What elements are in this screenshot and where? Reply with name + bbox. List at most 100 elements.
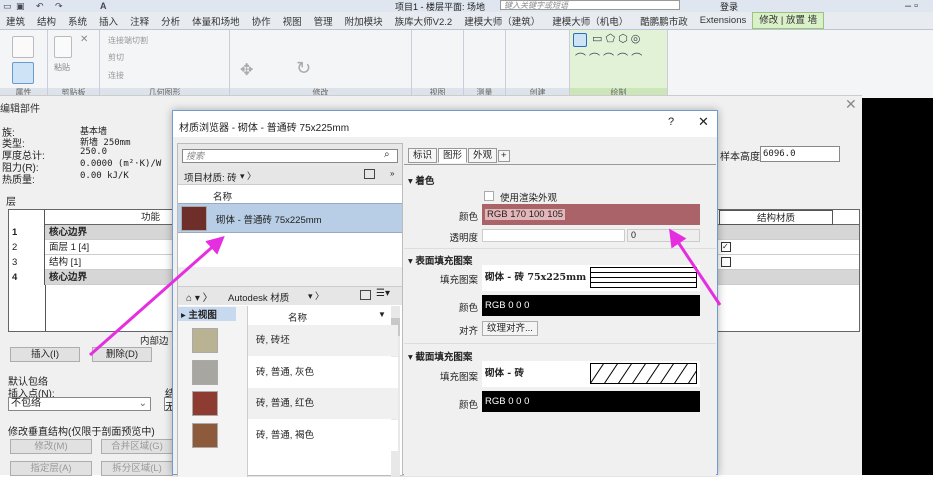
panel-toggle-icon[interactable] [360, 290, 371, 300]
properties-icon[interactable] [12, 36, 34, 58]
modify-button[interactable]: 修改(M) [10, 439, 92, 454]
paste-icon[interactable] [54, 36, 72, 58]
close-icon[interactable]: ✕ [698, 114, 709, 130]
document-title: 项目1 - 楼层平面: 场地 [395, 2, 486, 12]
merge-regions-button[interactable]: 合并区域(G) [101, 439, 173, 454]
brick-pattern-preview [590, 267, 697, 288]
inner-edge-label: 内部边 [140, 336, 169, 347]
tab-graphics[interactable]: 图形 [438, 148, 468, 163]
section-cut-pattern[interactable]: ▾ 截面填充图案 [408, 349, 472, 363]
panel-measure: 测量 [464, 30, 506, 98]
home-icon[interactable]: ⌂ ▾ 〉 [186, 289, 213, 304]
layers-label: 层 [6, 197, 16, 208]
rotate-icon[interactable]: ↻ [296, 58, 311, 79]
draw-shapes-icons[interactable]: ▭ ⬠ ⬡ ◎ [592, 32, 640, 45]
arc-tools-icons[interactable]: ⌒ ⌒ ⌒ ⌒ ⌒ [575, 50, 642, 66]
material-thumbnail [181, 206, 207, 231]
tab[interactable]: 建模大师（机电） [546, 14, 634, 28]
tab[interactable]: 注释 [124, 14, 155, 28]
type-properties-icon[interactable] [12, 62, 34, 84]
move-icon[interactable]: ✥ [240, 60, 253, 80]
tab[interactable]: 管理 [308, 14, 339, 28]
split-region-button[interactable]: 拆分区域(L) [101, 461, 173, 476]
cut-color-swatch[interactable]: RGB 0 0 0 [482, 391, 700, 412]
login-button[interactable]: 登录 [720, 0, 738, 12]
tab[interactable]: 酷鹏鹏市政 [634, 14, 694, 28]
tab[interactable]: 分析 [155, 14, 186, 28]
window-controls[interactable]: – ▫ [905, 0, 918, 12]
panel-view: 视图 [412, 30, 464, 98]
tab[interactable]: 建模大师（建筑） [458, 14, 546, 28]
assign-layers-button[interactable]: 指定层(A) [10, 461, 92, 476]
list-item-selected[interactable]: 砌体 - 普通砖 75x225mm [178, 203, 402, 233]
open-icon[interactable]: ▭ [3, 1, 12, 12]
tab-identity[interactable]: 标识 [408, 148, 438, 163]
tab[interactable]: 插入 [93, 14, 124, 28]
list-item[interactable]: 砖, 普通, 褐色 [192, 420, 398, 451]
expand-icon[interactable]: » [390, 169, 394, 178]
undo-icon[interactable]: ↶ [36, 1, 44, 12]
modify-vertical-label: 修改垂直结构(仅限于剖面预览中) [8, 427, 155, 438]
tab[interactable]: 协作 [246, 14, 277, 28]
insert-point-select[interactable]: 不包络 ⌄ [8, 397, 151, 411]
texture-alignment-button[interactable]: 纹理对齐... [482, 321, 538, 336]
panel-draw: ▭ ⬠ ⬡ ◎ ⌒ ⌒ ⌒ ⌒ ⌒ 绘制 [570, 30, 668, 98]
tab-modify-place-wall[interactable]: 修改 | 放置 墙 [752, 12, 825, 29]
section-surface-pattern[interactable]: ▾ 表面填充图案 [408, 253, 472, 267]
chevron-down-icon[interactable]: ▾ 〉 [240, 169, 256, 182]
use-render-appearance-checkbox[interactable] [484, 191, 494, 201]
panel-modify: ✥ ↻ 修改 [230, 30, 412, 98]
tab[interactable]: 附加模块 [339, 14, 389, 28]
save-icon[interactable]: ▣ [16, 1, 25, 12]
surface-color-swatch[interactable]: RGB 0 0 0 [482, 295, 700, 316]
section-shading[interactable]: ▾ 着色 [408, 173, 434, 187]
insert-button[interactable]: 插入(I) [10, 347, 80, 362]
list-item[interactable]: 砖, 砖坯 [192, 325, 398, 356]
line-tool-icon[interactable] [573, 33, 587, 47]
close-icon[interactable]: ✕ [845, 96, 857, 113]
cut-icon[interactable]: ✕ [80, 34, 88, 45]
tab[interactable]: 结构 [31, 14, 62, 28]
transparency-input[interactable]: 0 [627, 229, 700, 242]
project-materials-filter[interactable]: 项目材质: 砖 [184, 170, 237, 184]
tab[interactable]: 视图 [277, 14, 308, 28]
tab[interactable]: 体量和场地 [186, 14, 246, 28]
structural-checkbox[interactable] [721, 257, 731, 267]
structural-checkbox[interactable]: ✓ [721, 242, 731, 252]
list-item[interactable]: 砖, 普通, 红色 [192, 388, 398, 419]
shading-color-swatch[interactable]: RGB 170 100 105 [482, 204, 700, 225]
help-button[interactable]: ? [668, 116, 674, 128]
panel-toggle-icon[interactable] [364, 169, 375, 179]
text-icon[interactable]: A [100, 1, 107, 11]
transparency-slider[interactable] [482, 229, 625, 242]
tab[interactable]: 系统 [62, 14, 93, 28]
sort-icon[interactable]: ▼ [378, 310, 386, 319]
library-dropdown[interactable]: Autodesk 材质 [228, 290, 289, 304]
delete-button[interactable]: 删除(D) [92, 347, 152, 362]
tree-item-home[interactable]: ▸ 主视图 [178, 307, 236, 321]
cut-pattern-selector[interactable]: 砌体 - 砖 [482, 361, 700, 387]
dialog-title: 编辑部件 [0, 104, 40, 115]
tab[interactable]: 建筑 [0, 14, 31, 28]
tab-appearance[interactable]: 外观 [468, 148, 498, 163]
help-search-input[interactable]: 键入关键字或短语 [500, 0, 680, 10]
chevron-down-icon: ⌄ [138, 398, 147, 409]
tab[interactable]: 族库大师V2.2 [389, 14, 459, 28]
name-header: 名称 [213, 192, 233, 203]
name-column-header[interactable]: 名称 [288, 310, 307, 324]
sample-height-input[interactable]: 6096.0 [760, 146, 840, 162]
chevron-down-icon: ▾ 〉 [308, 291, 325, 301]
panel-clipboard: 粘贴 ✕ 剪贴板 [48, 30, 100, 98]
drawing-canvas[interactable] [862, 98, 933, 475]
list-item[interactable]: 砖, 普通, 灰色 [192, 357, 398, 388]
search-icon: ⌕ [384, 149, 390, 160]
add-asset-button[interactable]: + [498, 150, 510, 162]
diagonal-pattern-preview [590, 363, 697, 384]
redo-icon[interactable]: ↷ [55, 1, 63, 12]
search-input[interactable]: 搜索 [182, 149, 398, 163]
tab[interactable]: Extensions [694, 15, 752, 26]
dialog-title: 材质浏览器 - 砌体 - 普通砖 75x225mm [179, 123, 350, 134]
surface-pattern-selector[interactable]: 砌体 - 砖 75x225mm [482, 265, 700, 291]
list-view-icon[interactable]: ☰▾ [376, 288, 390, 299]
material-properties-pane: 标识 图形 外观 + ▾ 着色 使用渲染外观 颜色 RGB 170 100 10… [404, 143, 716, 476]
